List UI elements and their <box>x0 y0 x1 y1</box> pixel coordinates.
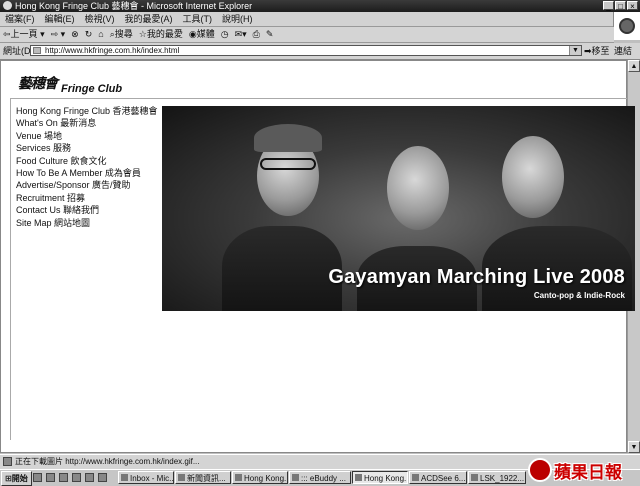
nav-membership[interactable]: How To Be A Member 成為會員 <box>16 167 158 179</box>
refresh-icon[interactable]: ↻ <box>82 27 96 42</box>
start-button[interactable]: ⊞開始 <box>1 471 32 486</box>
menu-tools[interactable]: 工具(T) <box>178 12 218 26</box>
glasses-shape <box>260 158 316 170</box>
nav-fringe-club[interactable]: Hong Kong Fringe Club 香港藝穗會 <box>16 105 158 117</box>
scroll-up-icon[interactable]: ▲ <box>628 60 640 72</box>
stop-icon[interactable]: ⊗ <box>68 27 82 42</box>
fringe-club-logo[interactable]: 藝穗會 Fringe Club <box>18 73 138 99</box>
maximize-button[interactable]: □ <box>615 1 626 11</box>
nav-site-map[interactable]: Site Map 網站地圖 <box>16 217 158 229</box>
search-button[interactable]: ⌕搜尋 <box>107 27 136 43</box>
menu-favorites[interactable]: 我的最愛(A) <box>120 12 178 26</box>
go-button[interactable]: ➡移至 <box>584 43 610 59</box>
apple-daily-watermark: 蘋果日報 <box>528 456 638 484</box>
minimize-button[interactable]: _ <box>603 1 614 11</box>
nav-recruitment[interactable]: Recruitment 招募 <box>16 192 158 204</box>
window-controls: _ □ × <box>603 1 638 11</box>
ie-icon <box>3 1 12 10</box>
address-url: http://www.hkfringe.com.hk/index.html <box>45 46 180 55</box>
windows-logo-icon <box>619 18 635 34</box>
task-hong-kong-1[interactable]: Hong Kong... <box>232 471 288 484</box>
logo-text: Fringe Club <box>61 83 123 95</box>
menu-file[interactable]: 檔案(F) <box>0 12 40 26</box>
scroll-down-icon[interactable]: ▼ <box>628 441 640 453</box>
nav-advertise-sponsor[interactable]: Advertise/Sponsor 廣告/贊助 <box>16 179 158 191</box>
toolbar: ⇦上一頁 ▾ ⇨ ▾ ⊗ ↻ ⌂ ⌕搜尋 ☆我的最愛 ◉媒體 ◷ ✉▾ ⎙ ✎ <box>0 27 614 43</box>
address-label: 網址(D) <box>3 46 34 56</box>
menu-view[interactable]: 檢視(V) <box>80 12 120 26</box>
history-icon[interactable]: ◷ <box>218 27 232 42</box>
frame-border-left <box>10 98 11 440</box>
media-icon: ◉ <box>188 30 197 40</box>
ie-throbber <box>613 12 640 40</box>
task-hong-kong-2[interactable]: Hong Kong... <box>352 471 408 484</box>
forward-arrow-icon: ⇨ <box>50 30 59 40</box>
nav-contact-us[interactable]: Contact Us 聯絡我們 <box>16 204 158 216</box>
band-member-left-body <box>222 226 342 311</box>
task-news[interactable]: 新聞資訊... <box>175 471 231 484</box>
home-icon[interactable]: ⌂ <box>95 27 106 42</box>
cap-shape <box>254 124 322 152</box>
back-button[interactable]: ⇦上一頁 ▾ <box>0 27 48 43</box>
windows-flag-icon: ⊞ <box>5 474 12 483</box>
title-bar: Hong Kong Fringe Club 藝穗會 - Microsoft In… <box>0 0 640 12</box>
forward-button[interactable]: ⇨ ▾ <box>48 27 69 43</box>
links-button[interactable]: 連結 <box>614 43 632 59</box>
nav-whats-on[interactable]: What's On 最新消息 <box>16 117 158 129</box>
loading-icon <box>3 457 12 466</box>
close-button[interactable]: × <box>627 1 638 11</box>
hero-subtitle: Canto-pop & Indie-Rock <box>533 291 625 300</box>
task-acdsee[interactable]: ACDSee 6.... <box>409 471 467 484</box>
quicklaunch-app2-icon[interactable] <box>98 473 107 482</box>
address-bar: 網址(D) http://www.hkfringe.com.hk/index.h… <box>0 43 640 60</box>
status-text: 正在下載圖片 http://www.hkfringe.com.hk/index.… <box>15 457 200 466</box>
nav-food-culture[interactable]: Food Culture 飲食文化 <box>16 155 158 167</box>
mail-icon[interactable]: ✉▾ <box>232 27 250 42</box>
window-title: Hong Kong Fringe Club 藝穗會 - Microsoft In… <box>15 1 253 11</box>
go-arrow-icon: ➡ <box>584 46 592 56</box>
apple-logo-icon <box>528 458 552 482</box>
quicklaunch-ie-icon[interactable] <box>33 473 42 482</box>
menu-help[interactable]: 說明(H) <box>217 12 258 26</box>
favorites-button[interactable]: ☆我的最愛 <box>136 27 186 43</box>
edit-icon[interactable]: ✎ <box>263 27 277 42</box>
hero-title: Gayamyan Marching Live 2008 <box>328 266 625 288</box>
site-nav: Hong Kong Fringe Club 香港藝穗會 What's On 最新… <box>16 105 158 229</box>
address-input[interactable]: http://www.hkfringe.com.hk/index.html <box>30 45 582 56</box>
task-lsk[interactable]: LSK_1922... <box>468 471 526 484</box>
band-member-right-head <box>502 136 564 218</box>
quicklaunch-app-icon[interactable] <box>85 473 94 482</box>
address-dropdown-icon[interactable]: ▼ <box>569 46 581 55</box>
print-icon[interactable]: ⎙ <box>250 27 263 42</box>
menu-bar: 檔案(F) 編輯(E) 檢視(V) 我的最愛(A) 工具(T) 說明(H) <box>0 12 640 27</box>
page-icon <box>33 47 41 54</box>
quicklaunch-outlook-icon[interactable] <box>46 473 55 482</box>
watermark-text: 蘋果日報 <box>554 463 622 482</box>
back-arrow-icon: ⇦ <box>3 30 11 40</box>
media-button[interactable]: ◉媒體 <box>186 27 218 43</box>
hero-banner[interactable]: Gayamyan Marching Live 2008 Canto-pop & … <box>162 106 635 311</box>
quicklaunch-media-icon[interactable] <box>72 473 81 482</box>
logo-calligraphy: 藝穗會 <box>18 76 58 92</box>
task-inbox[interactable]: Inbox - Mic... <box>118 471 174 484</box>
band-member-middle-head <box>387 146 449 230</box>
menu-edit[interactable]: 編輯(E) <box>40 12 80 26</box>
nav-services[interactable]: Services 服務 <box>16 142 158 154</box>
quicklaunch-desktop-icon[interactable] <box>59 473 68 482</box>
task-ebuddy[interactable]: ::: eBuddy ... <box>289 471 351 484</box>
nav-venue[interactable]: Venue 場地 <box>16 130 158 142</box>
star-icon: ☆ <box>138 30 147 40</box>
